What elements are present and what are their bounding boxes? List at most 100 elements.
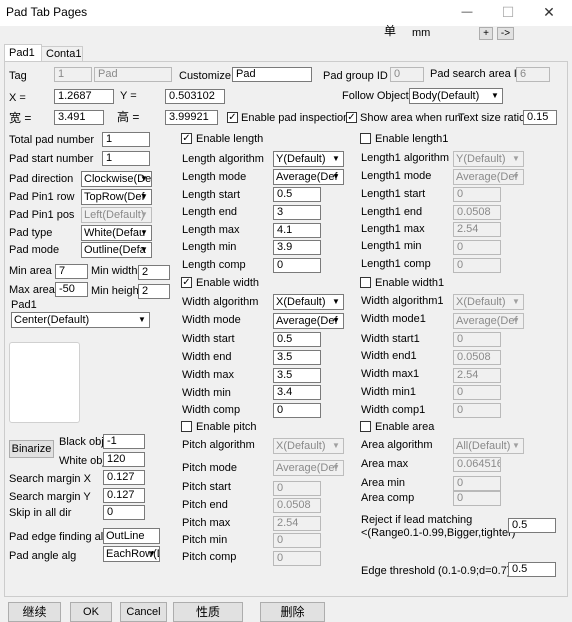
width-mode-select[interactable]: Average(Def ▼ xyxy=(273,313,344,329)
pad-search-label: Pad search area ID xyxy=(430,68,525,80)
pad-angle-alg-label: Pad angle alg xyxy=(9,550,77,562)
enable-width-checkbox[interactable]: ✓ xyxy=(181,277,192,288)
show-area-checkbox[interactable]: ✓ xyxy=(346,112,357,123)
width-end-input[interactable]: 3.5 xyxy=(273,350,321,365)
width1-comp-input: 0 xyxy=(453,403,501,418)
unit-next-button[interactable]: -> xyxy=(497,27,514,40)
unit-plus-button[interactable]: + xyxy=(479,27,493,40)
chevron-down-icon: ▼ xyxy=(512,316,520,325)
binarize-button[interactable]: Binarize xyxy=(9,440,54,458)
pad-edge-alg-select[interactable]: OutLine xyxy=(103,528,160,544)
maximize-icon[interactable]: ☐ xyxy=(493,0,523,26)
minimize-icon[interactable]: — xyxy=(452,0,482,26)
total-pad-input[interactable]: 1 xyxy=(102,132,150,147)
ok-button[interactable]: OK xyxy=(70,602,112,622)
pitch-max-input: 2.54 xyxy=(273,516,321,531)
length1-start-label: Length1 start xyxy=(361,188,426,200)
pad-group-input: 0 xyxy=(390,67,424,82)
length-alg-select[interactable]: Y(Default) ▼ xyxy=(273,151,344,167)
length1-min-input: 0 xyxy=(453,240,501,255)
min-width-label: Min width xyxy=(91,265,138,277)
width1-alg-label: Width algorithm1 xyxy=(361,295,444,307)
height-label: 高 = xyxy=(117,110,140,124)
length-alg-label: Length algorithm xyxy=(182,153,264,165)
tab-pad1-label: Pad1 xyxy=(9,47,35,59)
search-margin-y-input[interactable]: 0.127 xyxy=(103,488,145,503)
tab-conta1[interactable]: Conta1 xyxy=(41,46,83,62)
length-mode-select[interactable]: Average(Def ▼ xyxy=(273,169,344,185)
edge-threshold-label: Edge threshold (0.1-0.9;d=0.7) xyxy=(361,565,511,577)
min-area-label: Min area xyxy=(9,265,52,277)
min-width-input[interactable]: 2 xyxy=(138,265,170,280)
reject-threshold-input[interactable]: 0.5 xyxy=(508,518,556,533)
min-height-label: Min height xyxy=(91,285,142,297)
edge-threshold-input[interactable]: 0.5 xyxy=(508,562,556,577)
width-min-input[interactable]: 3.4 xyxy=(273,385,321,400)
area-comp-label: Area comp xyxy=(361,492,415,504)
enable-area-checkbox[interactable] xyxy=(360,421,371,432)
follow-object-value: Body(Default) xyxy=(412,90,480,102)
width-start-input[interactable]: 0.5 xyxy=(273,332,321,347)
length-alg-value: Y(Default) xyxy=(276,153,326,165)
delete-button[interactable]: 删除 xyxy=(260,602,325,622)
width-max-input[interactable]: 3.5 xyxy=(273,368,321,383)
length-min-input[interactable]: 3.9 xyxy=(273,240,321,255)
min-area-input[interactable]: 7 xyxy=(55,264,88,279)
search-margin-x-label: Search margin X xyxy=(9,473,91,485)
width1-min-label: Width min1 xyxy=(361,386,417,398)
area-min-label: Area min xyxy=(361,477,406,489)
pad-start-input[interactable]: 1 xyxy=(102,151,150,166)
width1-start-input: 0 xyxy=(453,332,501,347)
search-margin-x-input[interactable]: 0.127 xyxy=(103,470,145,485)
enable-length1-checkbox[interactable] xyxy=(360,133,371,144)
tab-pad1[interactable]: Pad1 xyxy=(4,44,42,62)
follow-object-select[interactable]: Body(Default) ▼ xyxy=(409,88,503,104)
x-input[interactable]: 1.2687 xyxy=(54,89,114,104)
width-input[interactable]: 3.491 xyxy=(54,110,104,125)
length-end-input[interactable]: 3 xyxy=(273,205,321,220)
pad-pin1-row-select[interactable]: TopRow(Def ▼ xyxy=(81,189,152,205)
pad1-position-select[interactable]: Center(Default) ▼ xyxy=(11,312,150,328)
area-max-input: 0.064516 xyxy=(453,457,501,472)
pitch-mode-select: Average(Def ▼ xyxy=(273,460,344,476)
black-obj-input[interactable]: -1 xyxy=(103,434,145,449)
enable-length-checkbox[interactable]: ✓ xyxy=(181,133,192,144)
customize-input[interactable]: Pad xyxy=(232,67,312,82)
pad-preview-image xyxy=(9,342,80,423)
cancel-button[interactable]: Cancel xyxy=(120,602,167,622)
pad-angle-alg-select[interactable]: EachRow(De ▼ xyxy=(103,546,160,562)
length1-mode-select: Average(Def ▼ xyxy=(453,169,524,185)
continue-button[interactable]: 继续 xyxy=(8,602,61,622)
min-height-input[interactable]: 2 xyxy=(138,284,170,299)
length-start-input[interactable]: 0.5 xyxy=(273,187,321,202)
close-icon[interactable]: ✕ xyxy=(534,0,564,26)
pad-mode-select[interactable]: Outline(Defa ▼ xyxy=(81,242,152,258)
tab-conta1-label: Conta1 xyxy=(46,48,82,60)
width-comp-input[interactable]: 0 xyxy=(273,403,321,418)
skip-all-dir-input[interactable]: 0 xyxy=(103,505,145,520)
pad-direction-select[interactable]: Clockwise(De ▼ xyxy=(81,171,152,187)
pitch-mode-label: Pitch mode xyxy=(182,462,238,474)
enable-width1-checkbox[interactable] xyxy=(360,277,371,288)
area-alg-select: All(Default) ▼ xyxy=(453,438,524,454)
y-input[interactable]: 0.503102 xyxy=(165,89,225,104)
enable-area-label: Enable area xyxy=(375,421,435,433)
height-input[interactable]: 3.99921 xyxy=(165,110,218,125)
pad-start-label: Pad start number xyxy=(9,153,94,165)
max-area-input[interactable]: -50 xyxy=(55,282,88,297)
chevron-down-icon: ▼ xyxy=(332,463,340,472)
text-size-input[interactable]: 0.15 xyxy=(523,110,557,125)
enable-pad-inspection-checkbox[interactable]: ✓ xyxy=(227,112,238,123)
enable-pitch-checkbox[interactable] xyxy=(181,421,192,432)
chevron-down-icon: ▼ xyxy=(512,441,520,450)
search-margin-y-label: Search margin Y xyxy=(9,491,91,503)
pad-pin1-row-label: Pad Pin1 row xyxy=(9,191,75,203)
width1-max-input: 2.54 xyxy=(453,368,501,383)
white-obj-input[interactable]: 120 xyxy=(103,452,145,467)
width-alg-select[interactable]: X(Default) ▼ xyxy=(273,294,344,310)
max-area-label: Max area xyxy=(9,284,55,296)
length-comp-input[interactable]: 0 xyxy=(273,258,321,273)
property-button[interactable]: 性质 xyxy=(173,602,243,622)
pad-type-select[interactable]: White(Defau ▼ xyxy=(81,225,152,241)
length-max-input[interactable]: 4.1 xyxy=(273,223,321,238)
